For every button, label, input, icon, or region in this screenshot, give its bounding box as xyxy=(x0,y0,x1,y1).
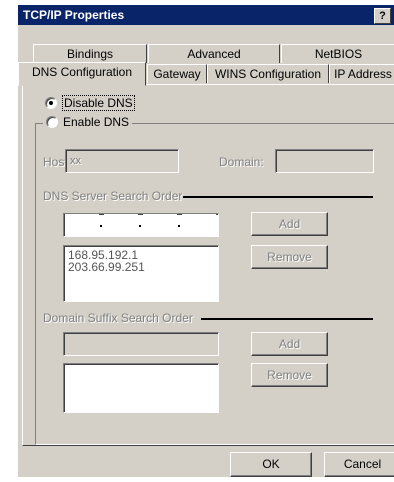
host-field[interactable]: xx xyxy=(65,149,179,173)
tab-wins-configuration[interactable]: WINS Configuration xyxy=(207,64,329,83)
ip-dot-3 xyxy=(178,225,180,227)
dns-server-group-line xyxy=(183,196,373,198)
radio-unselected-icon xyxy=(46,116,58,128)
ip-octet-4 xyxy=(182,214,216,234)
ok-button[interactable]: OK xyxy=(230,452,312,477)
tcpip-properties-dialog: TCP/IP Properties ? Bindings Advanced Ne… xyxy=(18,5,394,477)
enable-dns-radio[interactable]: Enable DNS xyxy=(43,115,133,129)
disable-dns-label: Disable DNS xyxy=(62,95,135,111)
domain-label: Domain: xyxy=(219,155,264,169)
domain-suffix-search-order-label: Domain Suffix Search Order xyxy=(43,311,193,325)
window-title: TCP/IP Properties xyxy=(23,8,125,22)
tab-ip-address[interactable]: IP Address xyxy=(329,64,394,83)
domain-suffix-list[interactable] xyxy=(63,363,219,413)
dns-configuration-panel: Disable DNS Enable DNS Host: xx Domain: … xyxy=(22,84,394,446)
ip-octet-2 xyxy=(104,214,138,234)
ip-octet-1 xyxy=(65,214,99,234)
dns-server-search-order-label: DNS Server Search Order xyxy=(43,189,183,203)
domain-field[interactable] xyxy=(275,149,374,173)
host-value: xx xyxy=(70,155,81,167)
ip-octet-3 xyxy=(143,214,177,234)
dns-server-item[interactable]: 203.66.99.251 xyxy=(68,261,145,273)
dns-server-list[interactable]: 168.95.192.1 203.66.99.251 xyxy=(63,245,219,302)
domain-suffix-input[interactable] xyxy=(63,332,219,356)
enable-dns-label: Enable DNS xyxy=(63,115,130,129)
domain-suffix-group-line xyxy=(201,318,373,320)
tab-dns-configuration[interactable]: DNS Configuration xyxy=(18,62,146,86)
title-bar: TCP/IP Properties ? xyxy=(18,5,394,25)
help-button[interactable]: ? xyxy=(374,8,391,24)
remove-dns-server-button[interactable]: Remove xyxy=(251,245,328,269)
add-dns-server-button[interactable]: Add xyxy=(251,212,328,236)
disable-dns-radio[interactable]: Disable DNS xyxy=(45,95,135,111)
dns-server-ip-input[interactable] xyxy=(63,213,219,237)
add-domain-suffix-button[interactable]: Add xyxy=(251,332,328,356)
ip-dot-1 xyxy=(100,225,102,227)
tab-advanced[interactable]: Advanced xyxy=(148,44,280,63)
remove-domain-suffix-button[interactable]: Remove xyxy=(251,363,328,387)
cancel-button[interactable]: Cancel xyxy=(324,452,394,477)
tab-gateway[interactable]: Gateway xyxy=(147,64,207,83)
ip-dot-2 xyxy=(139,225,141,227)
tab-bindings[interactable]: Bindings xyxy=(33,44,147,63)
radio-selected-icon xyxy=(45,97,57,109)
tab-netbios[interactable]: NetBIOS xyxy=(281,44,394,63)
